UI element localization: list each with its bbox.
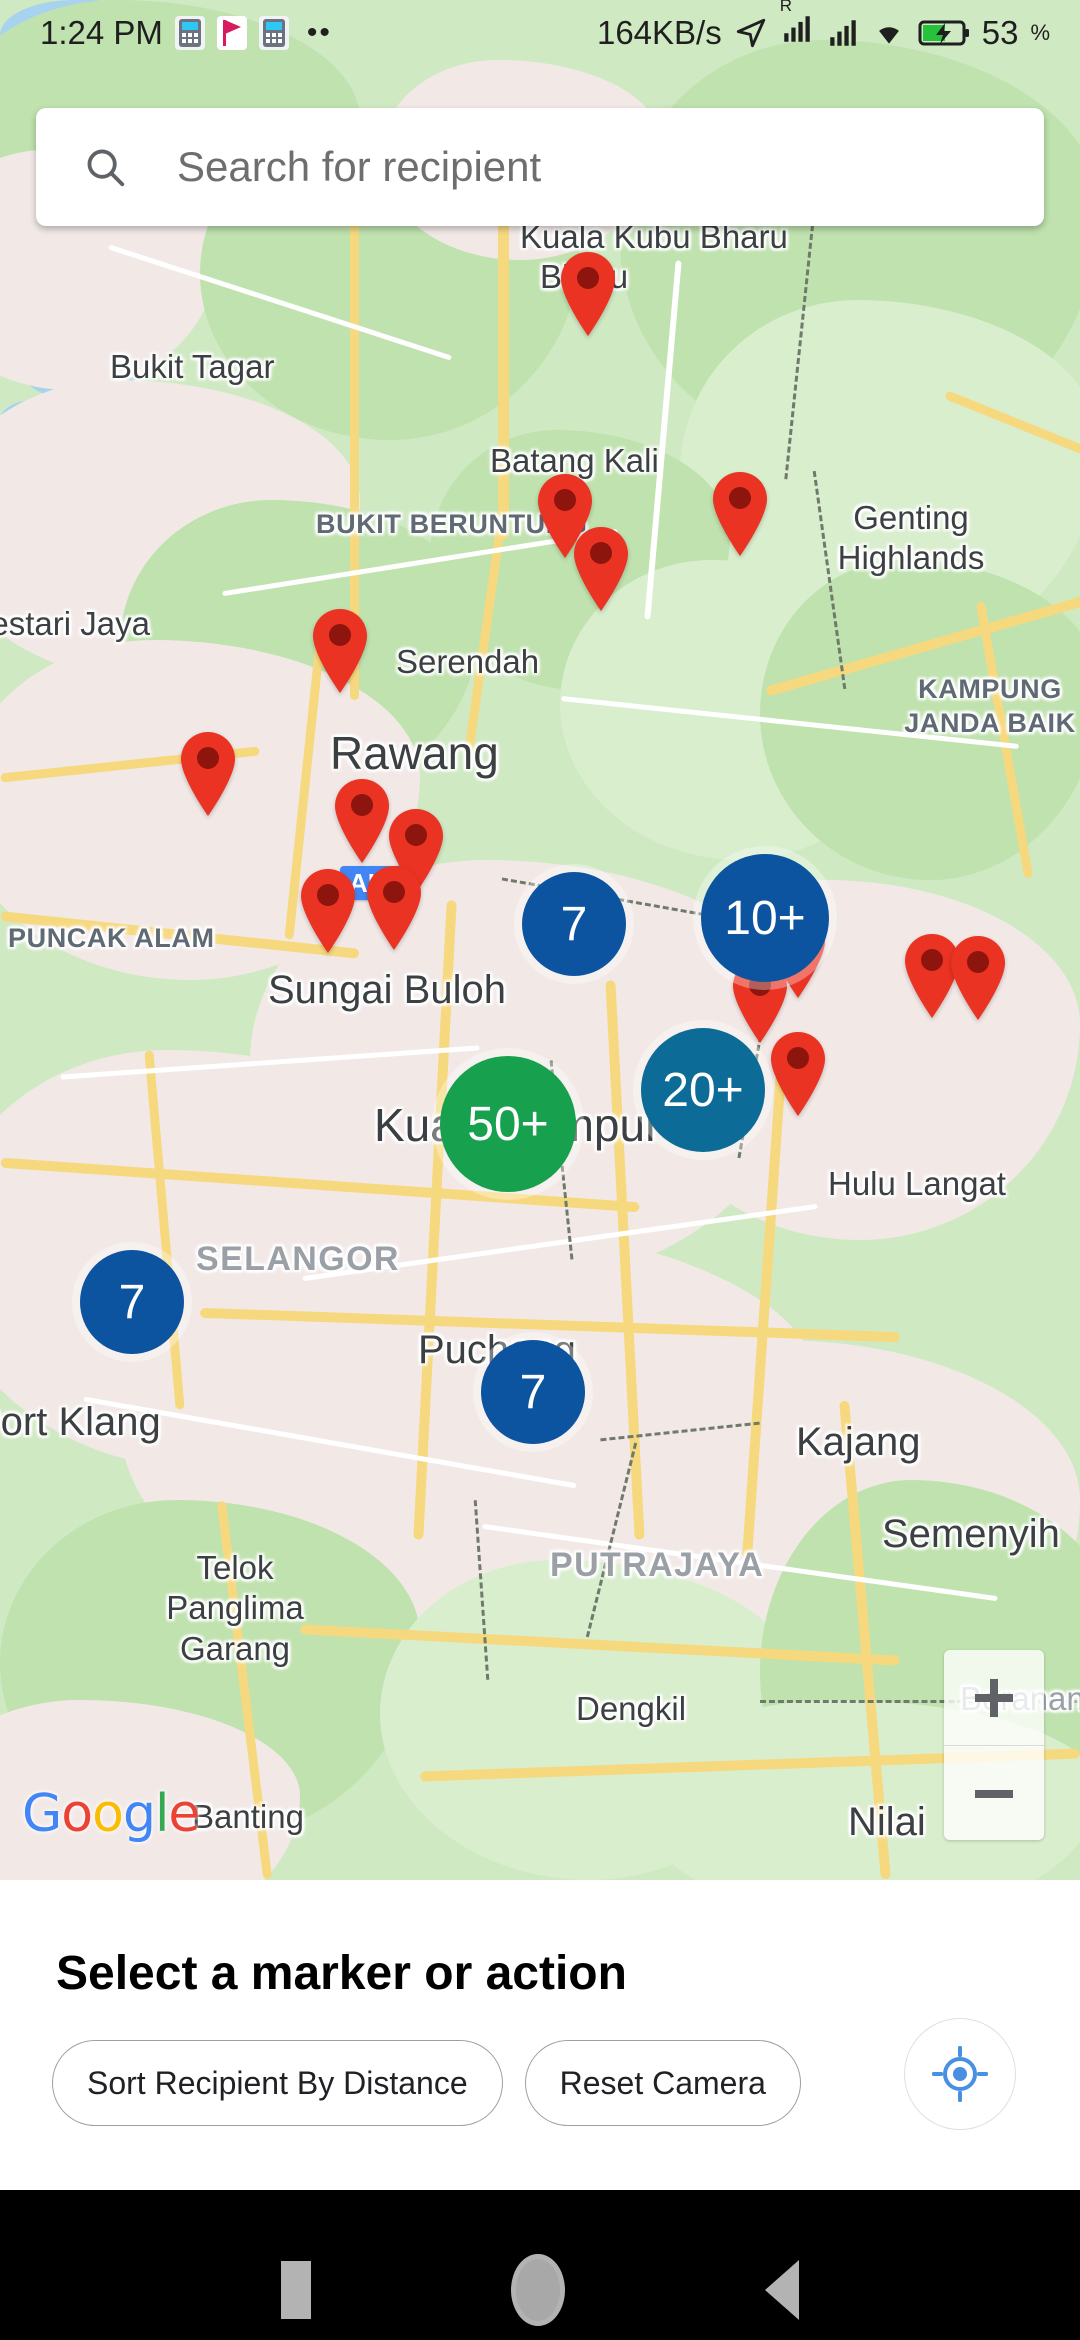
status-bar-clock: 1:24 PM — [40, 14, 163, 51]
map-marker-pin[interactable] — [296, 867, 360, 955]
map-zoom-control[interactable] — [944, 1650, 1044, 1840]
map-label-banting: Banting — [192, 1798, 304, 1835]
map-label-hulu-langat: Hulu Langat — [828, 1165, 1006, 1202]
map-label-kampung-janda-baik: KAMPUNG JANDA BAIK — [904, 674, 1076, 738]
bottom-sheet: Select a marker or action Sort Recipient… — [0, 1880, 1080, 2190]
notification-overflow-dots: •• — [306, 16, 332, 49]
phone-screen: Kuala Kubu Bharu Bharu Bukit Tagar BUKIT… — [0, 0, 1080, 2340]
action-chip-row: Sort Recipient By Distance Reset Camera — [52, 2040, 801, 2126]
map-label-telok-panglima-garang: Telok Panglima Garang — [166, 1549, 304, 1667]
map-marker-pin[interactable] — [362, 864, 426, 952]
google-logo-letter: e — [168, 1784, 200, 1844]
calculator-icon-glyph — [178, 19, 201, 47]
status-bar-right: 164KB/s R 53 % — [596, 0, 1050, 54]
signal-bars-icon — [829, 20, 856, 46]
map-cluster-marker[interactable]: 10+ — [701, 854, 829, 982]
map-marker-pin[interactable] — [766, 1030, 830, 1118]
zoom-in-button[interactable] — [944, 1650, 1044, 1746]
calculator-icon — [174, 16, 205, 50]
google-logo-letter: l — [154, 1784, 169, 1844]
status-bar-left: 1:24 PM •• — [40, 14, 332, 52]
google-logo: Google — [22, 1784, 200, 1844]
map-cluster-marker[interactable]: 7 — [522, 872, 626, 976]
my-location-icon — [932, 2046, 988, 2102]
map-label-bukit-tagar: Bukit Tagar — [110, 348, 275, 385]
home-button[interactable] — [511, 2254, 565, 2326]
google-logo-letter: G — [22, 1784, 62, 1844]
system-navigation-bar — [0, 2240, 1080, 2340]
map-label-rawang: Rawang — [330, 727, 499, 779]
search-icon — [87, 149, 125, 187]
location-arrow-icon — [736, 18, 765, 48]
sort-recipient-by-distance-chip[interactable]: Sort Recipient By Distance — [52, 2040, 503, 2126]
map-label-dengkil: Dengkil — [576, 1690, 687, 1727]
map-cluster-marker[interactable]: 20+ — [641, 1028, 765, 1152]
map-label-kajang: Kajang — [796, 1420, 921, 1464]
map-label-lestari-jaya: Lestari Jaya — [0, 605, 150, 642]
search-input[interactable]: Search for recipient — [177, 143, 541, 191]
network-speed-text: 164KB/s — [596, 14, 722, 51]
map-label-sungai-buloh: Sungai Buloh — [268, 968, 506, 1012]
map-label-genting-highlands: Genting Highlands — [837, 499, 985, 576]
google-logo-letter: g — [122, 1784, 156, 1844]
battery-percent-text: 53 — [981, 14, 1019, 51]
signal-bars-icon: R — [780, 0, 814, 54]
battery-percent-unit: % — [1030, 20, 1050, 45]
map-cluster-marker[interactable]: 50+ — [440, 1056, 576, 1192]
recents-button[interactable] — [281, 2261, 311, 2319]
back-button[interactable] — [765, 2260, 799, 2320]
map-marker-pin[interactable] — [569, 525, 633, 613]
map-label-nilai: Nilai — [848, 1800, 926, 1844]
map-marker-pin[interactable] — [946, 934, 1010, 1022]
map-label-serendah: Serendah — [396, 643, 540, 680]
map-marker-pin[interactable] — [308, 607, 372, 695]
google-logo-letter: o — [61, 1784, 93, 1844]
flag-icon-glyph — [222, 20, 241, 46]
map-label-port-klang: Port Klang — [0, 1400, 161, 1444]
google-logo-letter: o — [92, 1784, 124, 1844]
map-label-puncak-alam: PUNCAK ALAM — [8, 923, 215, 953]
map-marker-pin[interactable] — [708, 470, 772, 558]
calculator-icon-glyph — [262, 19, 285, 47]
map-canvas[interactable]: Kuala Kubu Bharu Bharu Bukit Tagar BUKIT… — [0, 0, 1080, 1880]
plus-icon — [975, 1678, 1013, 1717]
signal-bars-icon-glyph — [783, 16, 810, 42]
calculator-icon — [258, 16, 289, 50]
map-label-semenyih: Semenyih — [882, 1512, 1060, 1556]
reset-camera-chip[interactable]: Reset Camera — [524, 2040, 801, 2126]
bottom-sheet-title: Select a marker or action — [56, 1947, 627, 2000]
map-cluster-marker[interactable]: 7 — [481, 1340, 585, 1444]
battery-charging-icon — [918, 20, 969, 46]
map-cluster-marker[interactable]: 7 — [80, 1250, 184, 1354]
search-bar[interactable]: Search for recipient — [36, 108, 1044, 226]
my-location-button[interactable] — [904, 2018, 1016, 2130]
status-bar: 1:24 PM •• 164KB/s R 53 % — [0, 0, 1080, 66]
zoom-out-button[interactable] — [944, 1746, 1044, 1840]
minus-icon — [975, 1789, 1013, 1798]
map-marker-pin[interactable] — [176, 730, 240, 818]
flag-icon — [216, 16, 247, 50]
map-label-selangor: SELANGOR — [196, 1240, 400, 1278]
wifi-icon — [878, 27, 899, 44]
map-marker-pin[interactable] — [556, 250, 620, 338]
map-label-putrajaya: PUTRAJAYA — [550, 1546, 765, 1584]
roaming-indicator: R — [779, 0, 792, 15]
